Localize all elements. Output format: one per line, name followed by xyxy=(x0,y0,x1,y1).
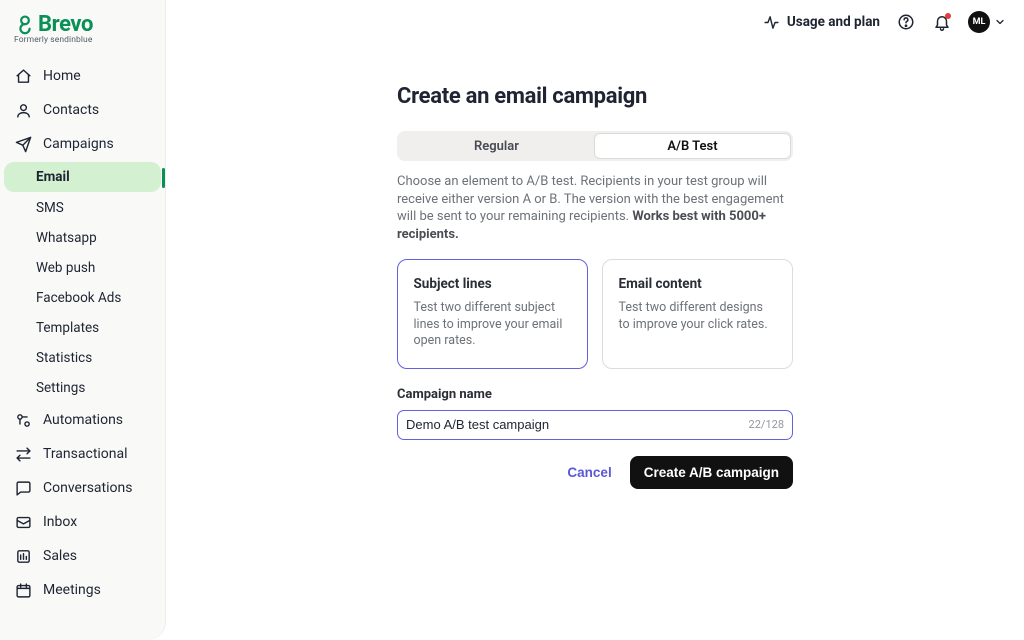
campaigns-subnav: Email SMS Whatsapp Web push Facebook Ads… xyxy=(0,161,165,403)
sidebar-item-label: Contacts xyxy=(43,102,99,118)
sidebar-subitem-label: Facebook Ads xyxy=(36,290,121,306)
sidebar-subitem-webpush[interactable]: Web push xyxy=(0,253,165,283)
inbox-icon xyxy=(14,513,32,531)
meetings-icon xyxy=(14,581,32,599)
sidebar-subitem-label: SMS xyxy=(36,200,64,216)
option-description: Test two different subject lines to impr… xyxy=(414,300,572,351)
option-description: Test two different designs to improve yo… xyxy=(619,300,777,334)
sidebar-subitem-email[interactable]: Email xyxy=(4,162,161,192)
sidebar-item-inbox[interactable]: Inbox xyxy=(0,505,165,539)
page-title: Create an email campaign xyxy=(397,84,793,109)
sidebar-subitem-sms[interactable]: SMS xyxy=(0,193,165,223)
brevo-mark-icon xyxy=(14,14,36,36)
sidebar-subitem-whatsapp[interactable]: Whatsapp xyxy=(0,223,165,253)
campaign-name-input-wrap: 22/128 xyxy=(397,410,793,440)
sidebar-item-label: Conversations xyxy=(43,480,132,496)
usage-label: Usage and plan xyxy=(787,14,880,30)
sidebar-item-label: Automations xyxy=(43,412,123,428)
ab-variant-options: Subject lines Test two different subject… xyxy=(397,259,793,369)
sidebar-item-label: Home xyxy=(43,68,81,84)
tab-label: Regular xyxy=(474,139,519,154)
campaign-type-toggle: Regular A/B Test xyxy=(397,131,793,161)
sidebar-subitem-label: Statistics xyxy=(36,350,92,366)
content: Create an email campaign Regular A/B Tes… xyxy=(166,44,1024,640)
brand-name-text: Brevo xyxy=(38,12,93,37)
sidebar-item-conversations[interactable]: Conversations xyxy=(0,471,165,505)
tab-label: A/B Test xyxy=(667,139,717,154)
automations-icon xyxy=(14,411,32,429)
topbar: Usage and plan ML xyxy=(166,0,1024,44)
char-counter: 22/128 xyxy=(749,418,784,431)
sidebar: Brevo Formerly sendinblue Home Contacts … xyxy=(0,0,166,640)
brand-subtitle: Formerly sendinblue xyxy=(14,35,151,45)
cancel-label: Cancel xyxy=(567,465,611,480)
sidebar-item-automations[interactable]: Automations xyxy=(0,403,165,437)
usage-and-plan-button[interactable]: Usage and plan xyxy=(763,14,880,31)
create-label: Create A/B campaign xyxy=(644,465,779,480)
sidebar-item-sales[interactable]: Sales xyxy=(0,539,165,573)
tab-regular[interactable]: Regular xyxy=(399,133,594,159)
sidebar-subitem-label: Settings xyxy=(36,380,85,396)
help-button[interactable] xyxy=(896,12,916,32)
sidebar-item-meetings[interactable]: Meetings xyxy=(0,573,165,607)
sidebar-item-label: Meetings xyxy=(43,582,101,598)
option-email-content[interactable]: Email content Test two different designs… xyxy=(602,259,794,369)
brand-block: Brevo Formerly sendinblue xyxy=(0,10,165,51)
transactional-icon xyxy=(14,445,32,463)
notifications-button[interactable] xyxy=(932,12,952,32)
sidebar-item-label: Transactional xyxy=(43,446,128,462)
main-area: Usage and plan ML Create an email campai… xyxy=(166,0,1024,640)
create-campaign-panel: Create an email campaign Regular A/B Tes… xyxy=(397,84,793,640)
campaign-name-label: Campaign name xyxy=(397,387,793,402)
sidebar-subitem-facebookads[interactable]: Facebook Ads xyxy=(0,283,165,313)
sales-icon xyxy=(14,547,32,565)
sidebar-item-label: Inbox xyxy=(43,514,77,530)
option-subject-lines[interactable]: Subject lines Test two different subject… xyxy=(397,259,588,369)
contacts-icon xyxy=(14,101,32,119)
avatar-initials: ML xyxy=(973,17,986,27)
sidebar-item-transactional[interactable]: Transactional xyxy=(0,437,165,471)
sidebar-subitem-label: Templates xyxy=(36,320,99,336)
avatar: ML xyxy=(968,11,990,33)
conversations-icon xyxy=(14,479,32,497)
cancel-button[interactable]: Cancel xyxy=(563,457,615,488)
sidebar-item-home[interactable]: Home xyxy=(0,59,165,93)
sidebar-subitem-templates[interactable]: Templates xyxy=(0,313,165,343)
account-menu-button[interactable]: ML xyxy=(968,11,1006,33)
sidebar-item-campaigns[interactable]: Campaigns xyxy=(0,127,165,161)
option-title: Email content xyxy=(619,276,777,292)
tab-abtest[interactable]: A/B Test xyxy=(594,133,791,159)
option-title: Subject lines xyxy=(414,276,572,292)
help-icon xyxy=(897,13,915,31)
brand-logo[interactable]: Brevo xyxy=(14,12,151,37)
sidebar-item-label: Campaigns xyxy=(43,136,114,152)
campaign-name-input[interactable] xyxy=(406,417,743,432)
sidebar-subitem-settings[interactable]: Settings xyxy=(0,373,165,403)
pulse-icon xyxy=(763,14,780,31)
sidebar-subitem-label: Whatsapp xyxy=(36,230,97,246)
home-icon xyxy=(14,67,32,85)
sidebar-subitem-statistics[interactable]: Statistics xyxy=(0,343,165,373)
campaigns-icon xyxy=(14,135,32,153)
chevron-down-icon xyxy=(994,16,1006,28)
ab-description: Choose an element to A/B test. Recipient… xyxy=(397,173,793,243)
create-campaign-button[interactable]: Create A/B campaign xyxy=(630,456,793,489)
form-actions: Cancel Create A/B campaign xyxy=(397,456,793,489)
main-nav: Home Contacts Campaigns Email SMS Whatsa… xyxy=(0,59,165,607)
notification-dot xyxy=(945,13,951,19)
sidebar-item-label: Sales xyxy=(43,548,77,564)
sidebar-item-contacts[interactable]: Contacts xyxy=(0,93,165,127)
sidebar-subitem-label: Web push xyxy=(36,260,95,276)
sidebar-subitem-label: Email xyxy=(36,169,70,185)
